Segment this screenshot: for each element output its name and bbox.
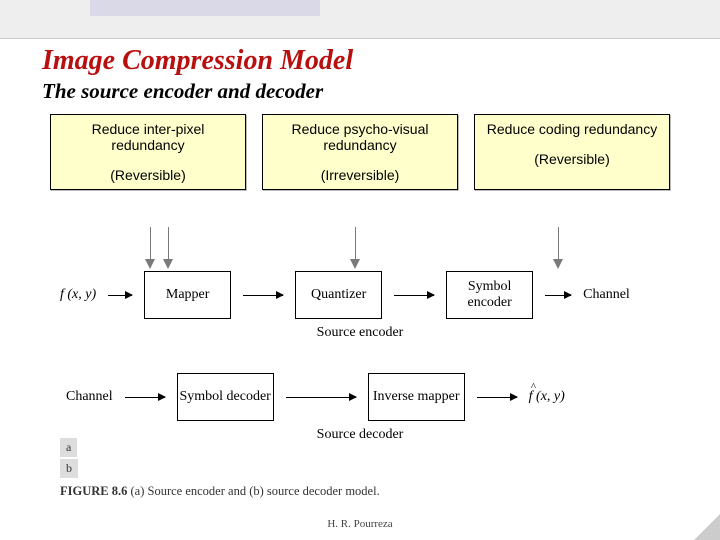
arrow-right-icon xyxy=(286,397,356,398)
notes-row: Reduce inter-pixel redundancy (Reversibl… xyxy=(0,114,720,190)
figure-a-tag: a xyxy=(60,438,77,457)
title-bar xyxy=(0,0,720,39)
note-title: Reduce inter-pixel redundancy xyxy=(55,121,241,153)
block-inverse-mapper: Inverse mapper xyxy=(368,373,465,421)
block-symbol-decoder: Symbol decoder xyxy=(177,373,274,421)
arrow-right-icon xyxy=(125,397,165,398)
figure-label-block: a b FIGURE 8.6 (a) Source encoder and (b… xyxy=(60,438,660,499)
block-mapper: Mapper xyxy=(144,271,231,319)
block-symbol-encoder: Symbol encoder xyxy=(446,271,533,319)
page-title: Image Compression Model xyxy=(0,39,720,77)
decoder-input-label: Channel xyxy=(66,389,113,405)
decoder-row: Channel Symbol decoder Inverse mapper f … xyxy=(60,373,660,421)
decor-bar xyxy=(90,0,320,16)
note-sub: (Irreversible) xyxy=(267,167,453,183)
arrow-right-icon xyxy=(243,295,283,296)
decoder-output-label: f (x, y) xyxy=(529,389,565,405)
encoder-input-label: f (x, y) xyxy=(60,287,96,303)
note-coding: Reduce coding redundancy (Reversible) xyxy=(474,114,670,190)
figure-number: FIGURE 8.6 xyxy=(60,484,127,498)
figure-caption: (a) Source encoder and (b) source decode… xyxy=(131,484,380,498)
arrow-right-icon xyxy=(477,397,517,398)
page-subtitle: The source encoder and decoder xyxy=(0,77,720,114)
note-interpixel: Reduce inter-pixel redundancy (Reversibl… xyxy=(50,114,246,190)
arrow-right-icon xyxy=(108,295,132,296)
note-title: Reduce psycho-visual redundancy xyxy=(267,121,453,153)
diagram: f (x, y) Mapper Quantizer Symbol encoder… xyxy=(60,253,660,443)
arrow-right-icon xyxy=(545,295,571,296)
note-psychovisual: Reduce psycho-visual redundancy (Irrever… xyxy=(262,114,458,190)
page-curl-icon xyxy=(694,514,720,540)
note-sub: (Reversible) xyxy=(479,151,665,167)
encoder-caption: Source encoder xyxy=(60,325,660,341)
note-title: Reduce coding redundancy xyxy=(479,121,665,137)
note-sub: (Reversible) xyxy=(55,167,241,183)
encoder-output-label: Channel xyxy=(583,287,630,303)
encoder-row: f (x, y) Mapper Quantizer Symbol encoder… xyxy=(60,271,660,319)
block-quantizer: Quantizer xyxy=(295,271,382,319)
figure-b-tag: b xyxy=(60,459,78,478)
arrow-right-icon xyxy=(394,295,434,296)
slide-footer: H. R. Pourreza xyxy=(0,518,720,530)
